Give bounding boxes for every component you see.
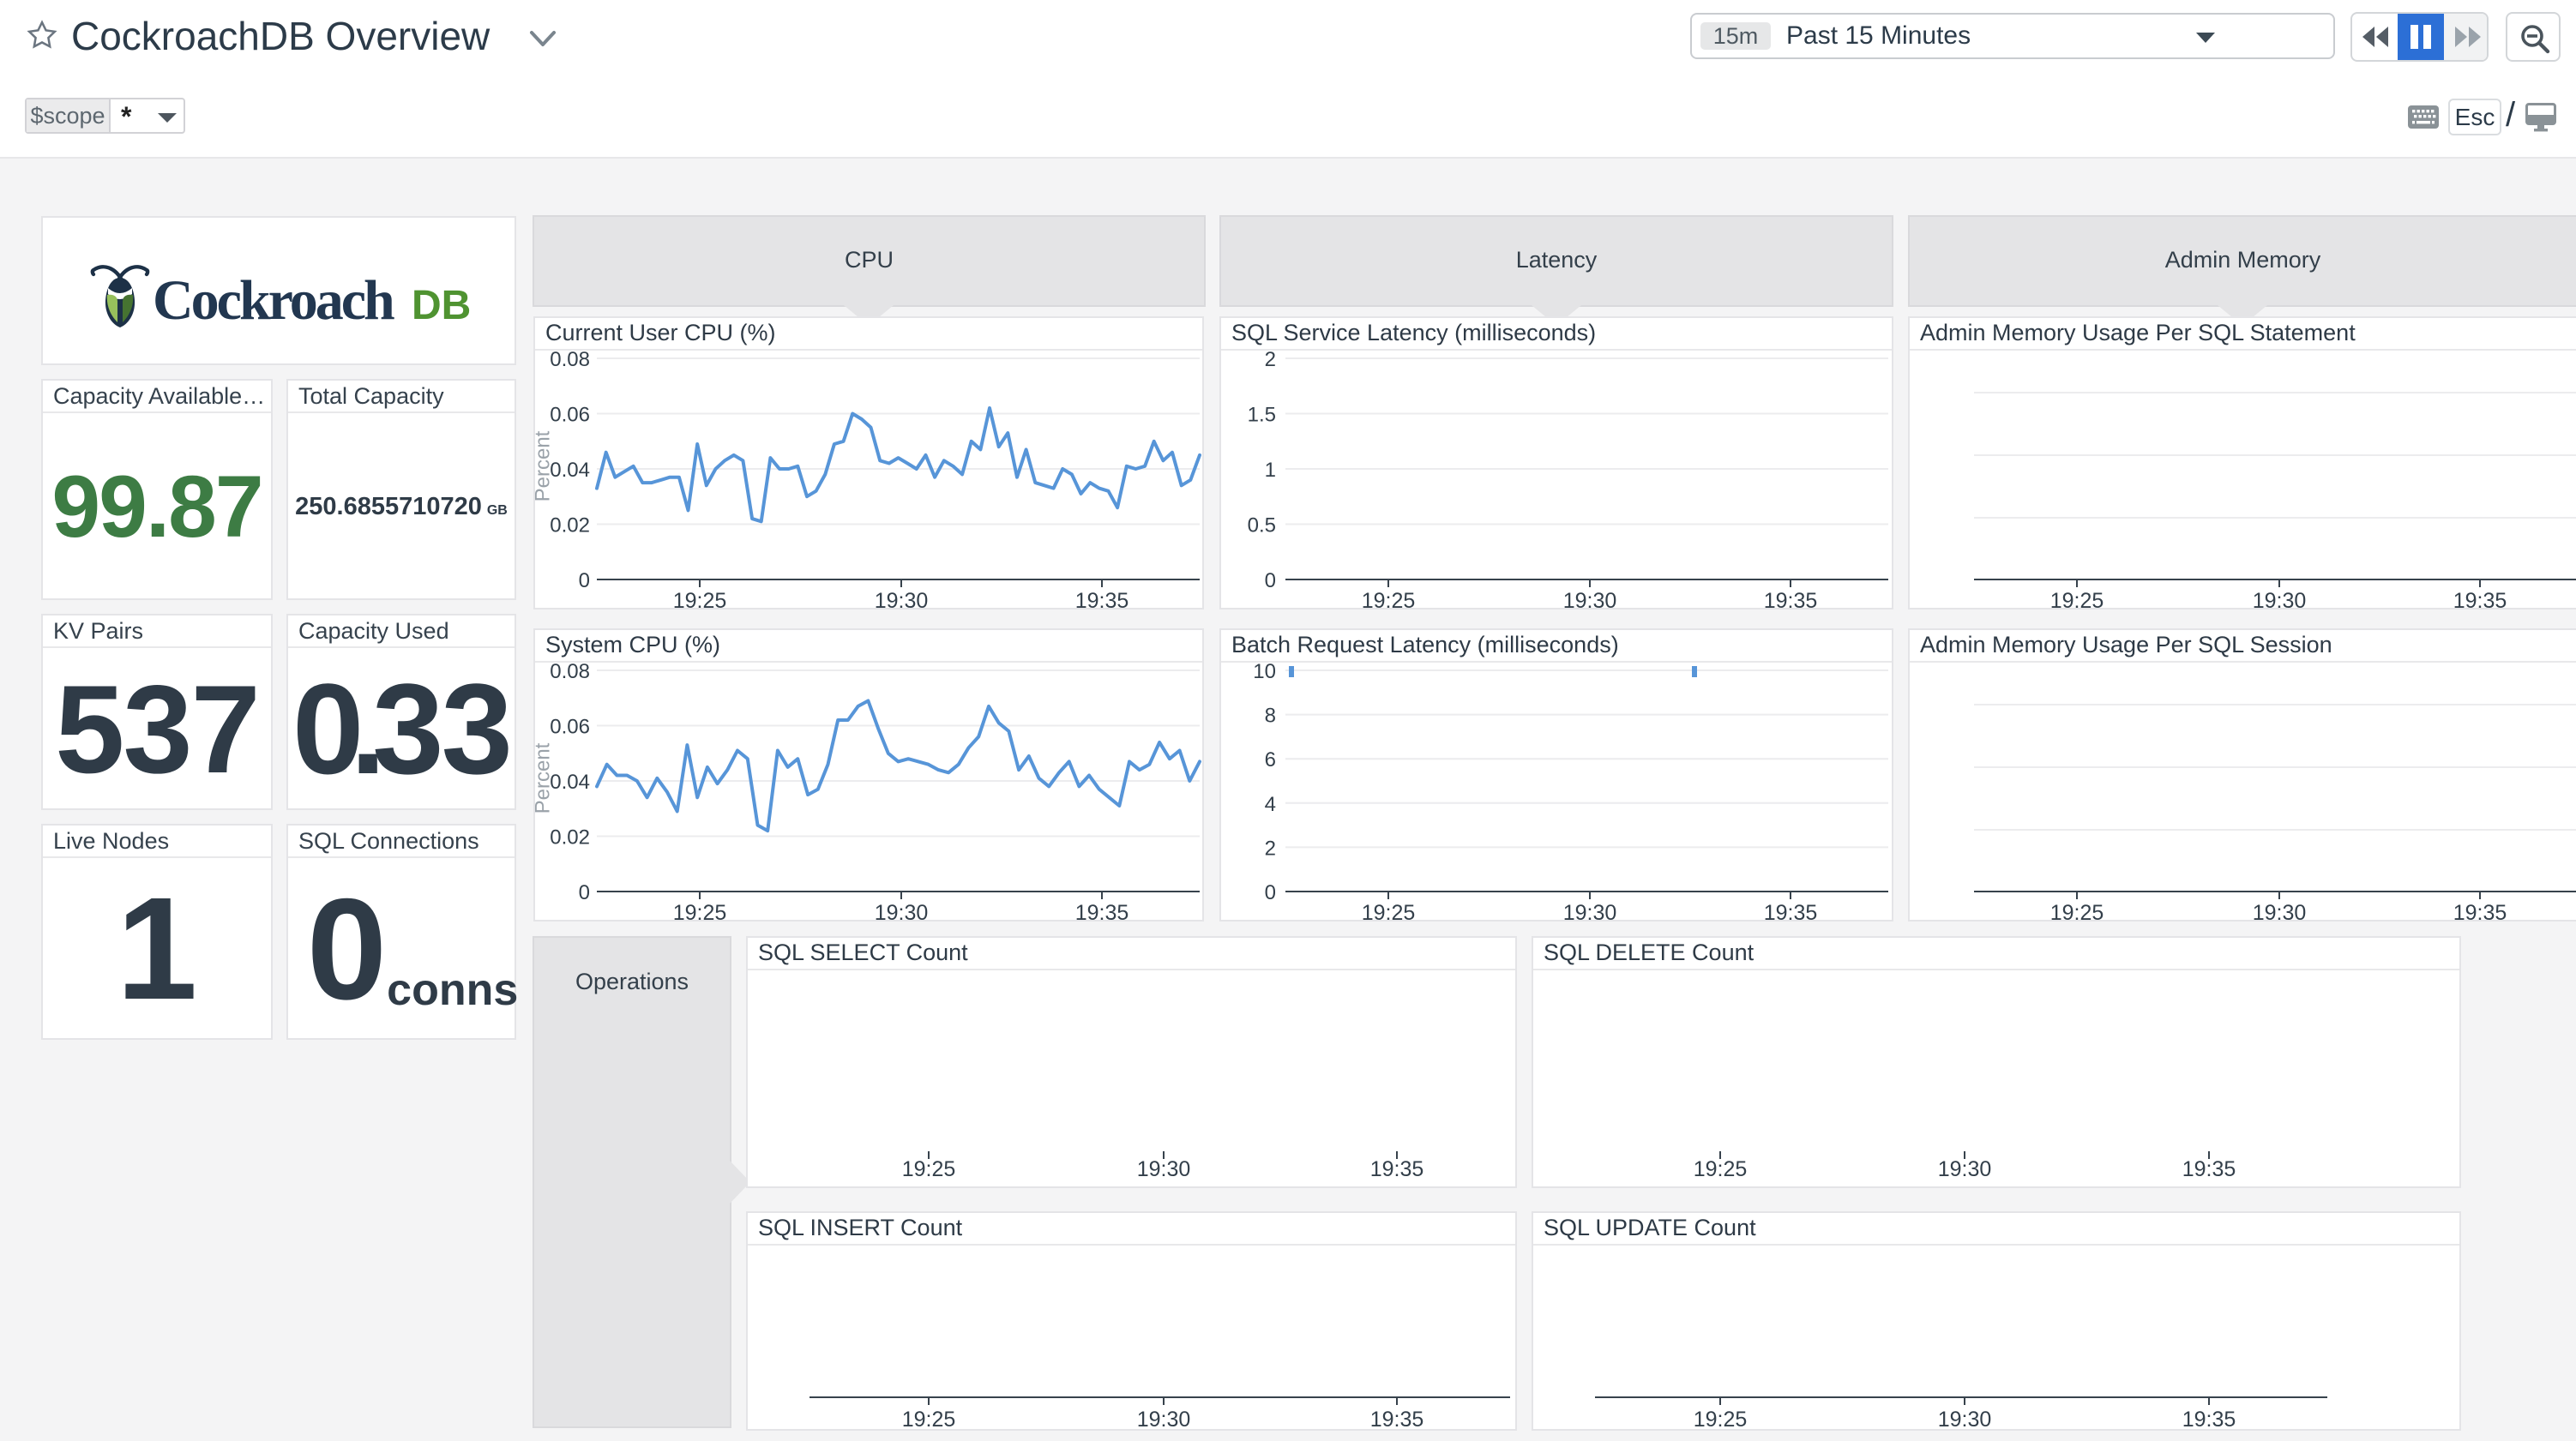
svg-text:1.5: 1.5 — [1248, 404, 1276, 427]
svg-text:19:25: 19:25 — [673, 589, 727, 608]
svg-text:19:35: 19:35 — [2453, 901, 2507, 920]
svg-text:19:35: 19:35 — [1370, 1157, 1424, 1181]
svg-text:2: 2 — [1265, 837, 1276, 860]
svg-text:0: 0 — [1265, 881, 1276, 904]
svg-text:10: 10 — [1253, 660, 1276, 683]
svg-text:19:25: 19:25 — [902, 1157, 956, 1181]
svg-text:19:30: 19:30 — [2253, 589, 2307, 608]
svg-text:0: 0 — [579, 881, 590, 904]
svg-text:19:25: 19:25 — [902, 1408, 956, 1429]
svg-text:19:30: 19:30 — [1137, 1157, 1191, 1181]
svg-text:1: 1 — [1265, 459, 1276, 482]
svg-text:19:30: 19:30 — [2253, 901, 2307, 920]
svg-text:0.02: 0.02 — [550, 826, 590, 850]
svg-text:0: 0 — [579, 569, 590, 592]
svg-text:19:30: 19:30 — [1938, 1408, 1992, 1429]
svg-text:4: 4 — [1265, 793, 1276, 816]
svg-text:19:25: 19:25 — [1694, 1408, 1748, 1429]
svg-text:19:25: 19:25 — [1362, 589, 1416, 608]
svg-text:19:35: 19:35 — [1075, 589, 1129, 608]
svg-text:19:30: 19:30 — [1563, 589, 1617, 608]
svg-text:DB: DB — [412, 283, 471, 328]
svg-text:0.06: 0.06 — [550, 716, 590, 739]
svg-text:19:30: 19:30 — [875, 589, 929, 608]
svg-text:0: 0 — [1265, 569, 1276, 592]
svg-text:0.02: 0.02 — [550, 514, 590, 537]
svg-text:0.08: 0.08 — [550, 660, 590, 683]
svg-text:19:35: 19:35 — [2453, 589, 2507, 608]
svg-text:19:30: 19:30 — [1563, 901, 1617, 920]
svg-text:19:35: 19:35 — [1075, 901, 1129, 920]
svg-text:19:35: 19:35 — [1764, 589, 1818, 608]
svg-text:19:25: 19:25 — [673, 901, 727, 920]
svg-text:0.04: 0.04 — [550, 771, 590, 794]
svg-text:19:35: 19:35 — [2182, 1408, 2236, 1429]
svg-text:0.08: 0.08 — [550, 348, 590, 371]
svg-text:0.06: 0.06 — [550, 404, 590, 427]
svg-text:19:25: 19:25 — [2050, 901, 2104, 920]
svg-text:19:30: 19:30 — [1137, 1408, 1191, 1429]
svg-text:19:35: 19:35 — [2182, 1157, 2236, 1181]
svg-text:19:25: 19:25 — [1694, 1157, 1748, 1181]
svg-text:19:25: 19:25 — [1362, 901, 1416, 920]
svg-text:19:35: 19:35 — [1764, 901, 1818, 920]
svg-text:6: 6 — [1265, 748, 1276, 772]
svg-text:0.04: 0.04 — [550, 459, 590, 482]
svg-text:Cockroach: Cockroach — [153, 269, 394, 332]
svg-text:19:35: 19:35 — [1370, 1408, 1424, 1429]
svg-text:19:25: 19:25 — [2050, 589, 2104, 608]
svg-text:19:30: 19:30 — [875, 901, 929, 920]
svg-text:19:30: 19:30 — [1938, 1157, 1992, 1181]
svg-text:0.5: 0.5 — [1248, 514, 1276, 537]
svg-text:2: 2 — [1265, 348, 1276, 371]
svg-text:8: 8 — [1265, 705, 1276, 728]
